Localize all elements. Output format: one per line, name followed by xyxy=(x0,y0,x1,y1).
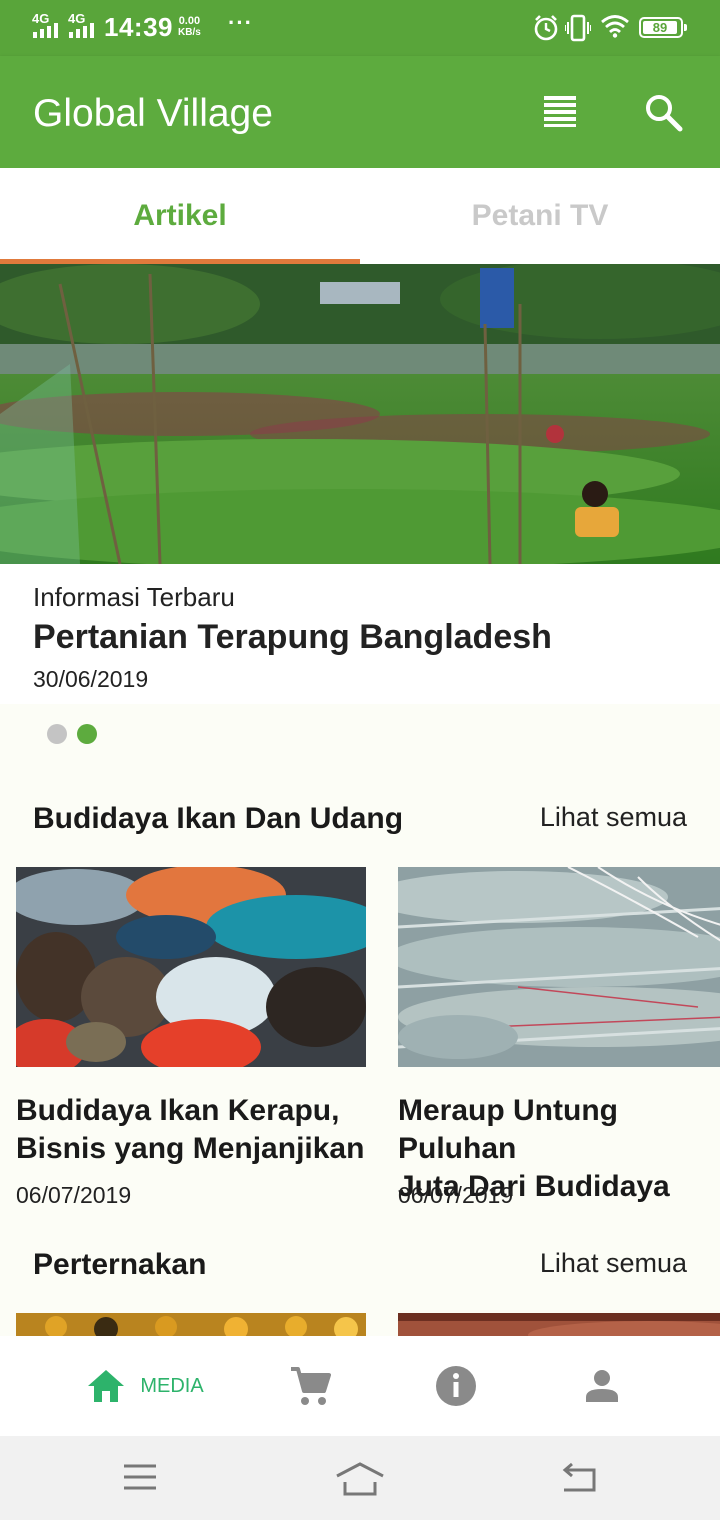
see-all-budidaya[interactable]: Lihat semua xyxy=(540,802,687,833)
cart-icon xyxy=(291,1367,331,1405)
card-date-udang: 06/07/2019 xyxy=(398,1182,514,1208)
net-speed: 0.00 KB/s xyxy=(178,15,201,39)
vibrate-icon xyxy=(565,14,591,42)
list-view-icon[interactable] xyxy=(542,92,578,128)
back-icon[interactable] xyxy=(560,1462,598,1494)
card-title-kerapu[interactable]: Budidaya Ikan Kerapu, Bisnis yang Menjan… xyxy=(16,1092,376,1168)
hero-kicker: Informasi Terbaru xyxy=(33,582,235,612)
see-all-perternakan[interactable]: Lihat semua xyxy=(540,1248,687,1279)
person-icon xyxy=(586,1370,618,1402)
app-bar: Global Village xyxy=(0,56,720,168)
nav-media-label: MEDIA xyxy=(140,1374,204,1397)
card-image-udang[interactable] xyxy=(398,867,720,1067)
section-title-budidaya: Budidaya Ikan Dan Udang xyxy=(33,802,404,835)
info-icon xyxy=(436,1366,476,1406)
tab-petani-tv[interactable]: Petani TV xyxy=(360,168,720,264)
nav-info[interactable] xyxy=(416,1336,496,1436)
bottom-nav: MEDIA xyxy=(0,1336,720,1436)
status-bar: 4G 4G 14:39 0.00 KB/s ··· 89 xyxy=(0,0,720,56)
tab-artikel[interactable]: Artikel xyxy=(0,168,360,264)
more-notifications: ··· xyxy=(228,10,253,35)
status-time: 14:39 xyxy=(104,12,173,42)
system-nav-bar xyxy=(0,1436,720,1520)
signal-bars-icon xyxy=(33,23,58,38)
tab-bar: Artikel Petani TV xyxy=(0,168,720,264)
card-date-kerapu: 06/07/2019 xyxy=(16,1182,132,1208)
search-icon[interactable] xyxy=(643,92,683,132)
alarm-icon xyxy=(534,15,558,41)
home-button-icon[interactable] xyxy=(335,1462,385,1496)
battery-icon: 89 xyxy=(639,17,687,38)
hero-image[interactable] xyxy=(0,264,720,564)
pager-dot-2[interactable] xyxy=(77,724,97,744)
net-speed-value: 0.00 xyxy=(178,15,201,27)
pager-dot-1[interactable] xyxy=(47,724,67,744)
home-icon xyxy=(88,1370,125,1402)
app-title: Global Village xyxy=(33,92,273,135)
card-image-kerapu[interactable] xyxy=(16,867,366,1067)
hero-info[interactable]: Informasi Terbaru Pertanian Terapung Ban… xyxy=(0,564,720,704)
signal-bars-icon xyxy=(69,23,94,38)
hero-title: Pertanian Terapung Bangladesh xyxy=(33,618,552,656)
menu-icon[interactable] xyxy=(122,1462,158,1492)
net-speed-unit: KB/s xyxy=(178,27,201,38)
nav-cart[interactable] xyxy=(270,1336,350,1436)
section-title-perternakan: Perternakan xyxy=(33,1248,207,1281)
wifi-icon xyxy=(601,15,629,38)
nav-profile[interactable] xyxy=(562,1336,642,1436)
nav-media[interactable]: MEDIA xyxy=(60,1336,230,1436)
hero-date: 30/06/2019 xyxy=(33,666,149,692)
battery-level: 89 xyxy=(652,20,668,35)
